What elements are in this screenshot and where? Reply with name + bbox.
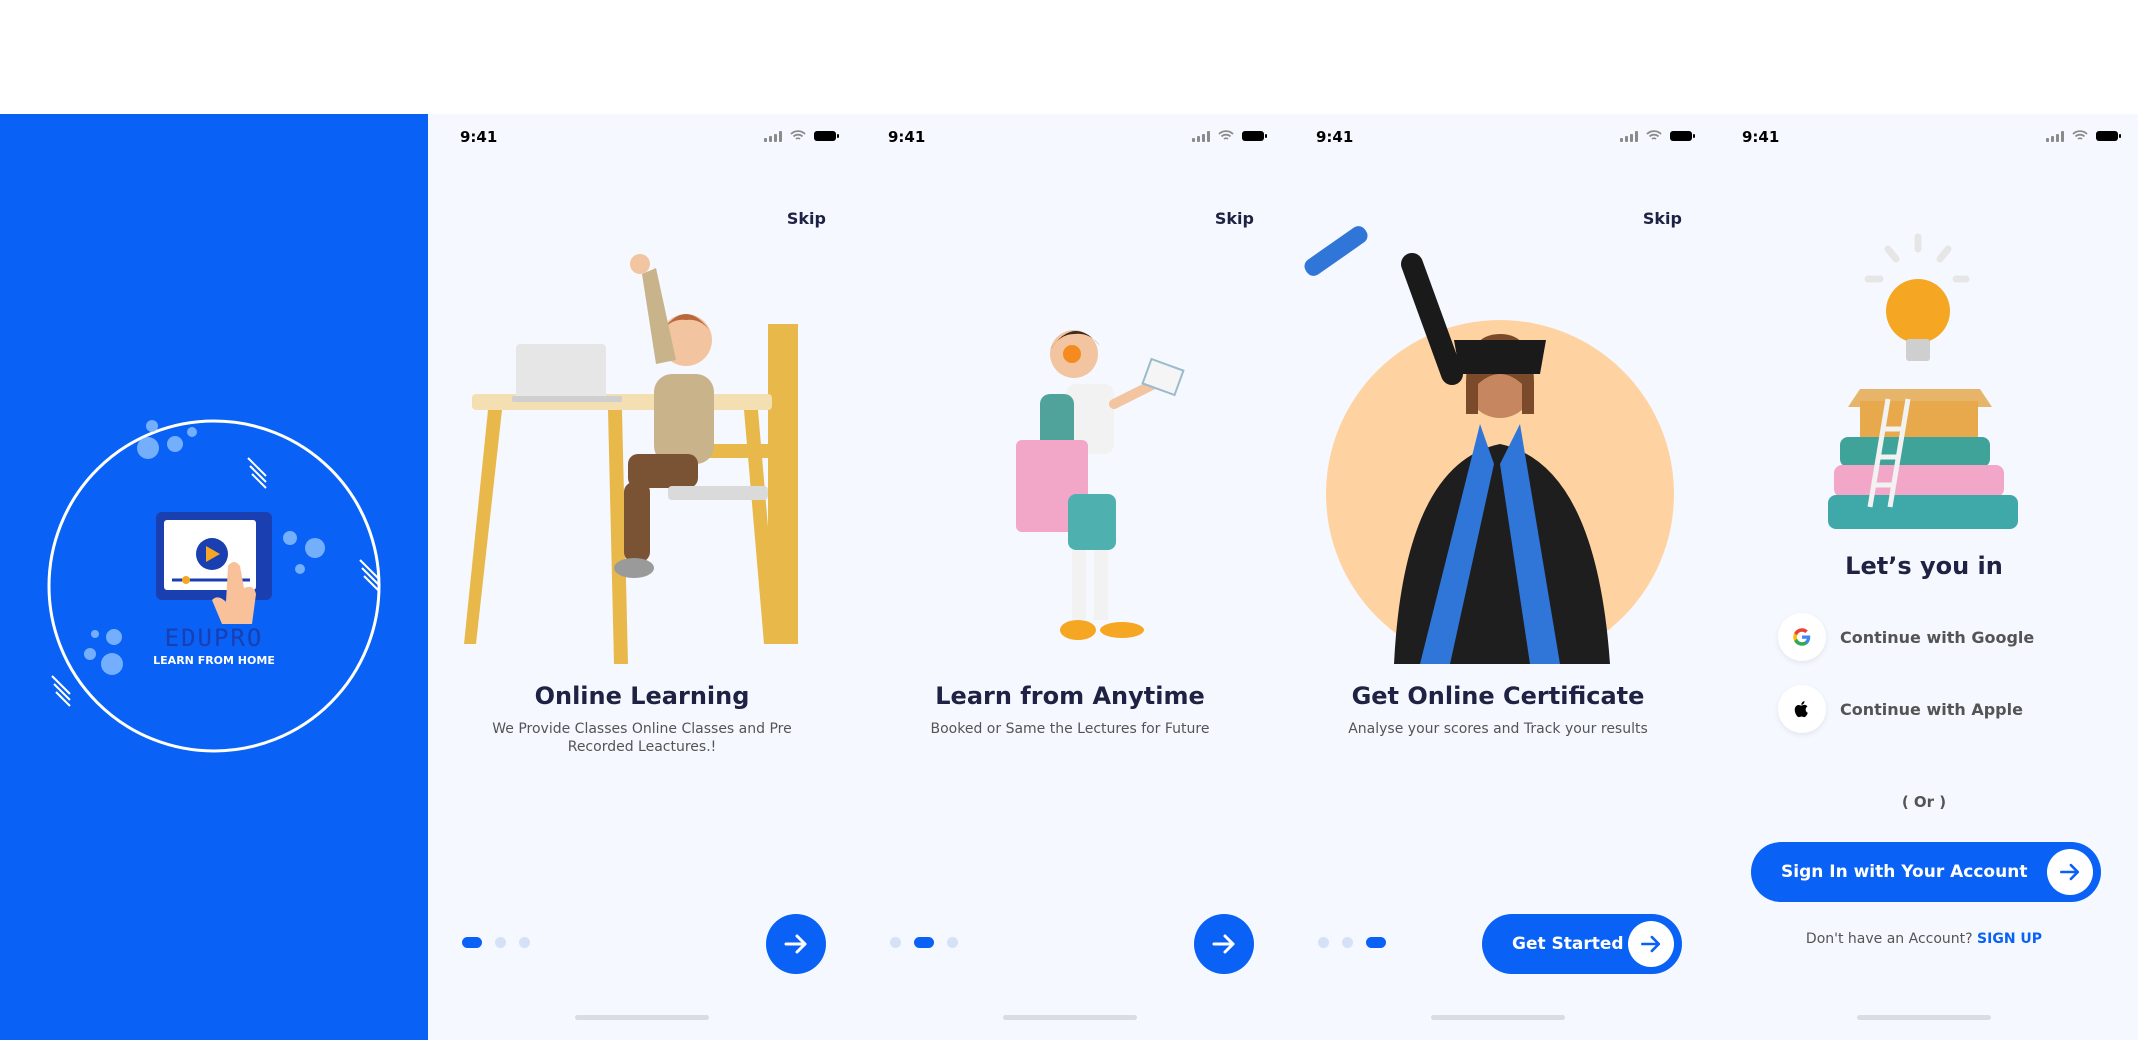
graduate-illustration <box>1304 226 1674 664</box>
wifi-icon <box>1218 130 1234 140</box>
signal-icon <box>764 130 782 142</box>
arrow-circle <box>1628 921 1674 967</box>
home-indicator <box>1431 1015 1565 1020</box>
boy-walking-illustration <box>1016 330 1185 640</box>
get-started-label: Get Started <box>1512 934 1624 954</box>
battery-icon <box>2096 131 2121 141</box>
home-indicator <box>1857 1015 1991 1020</box>
google-icon <box>1778 613 1826 661</box>
wifi-icon <box>790 130 806 140</box>
status-icons <box>1192 130 1267 142</box>
page-dot-2[interactable] <box>1342 937 1353 948</box>
brand-tagline: LEARN FROM HOME <box>153 654 275 667</box>
wifi-icon <box>2072 130 2088 140</box>
status-time: 9:41 <box>888 128 926 146</box>
boy-laptop-illustration <box>464 254 798 664</box>
signal-icon <box>1620 130 1638 142</box>
status-icons <box>764 130 839 142</box>
onboarding-description: We Provide Classes Online Classes and Pr… <box>492 721 792 755</box>
page-dot-2[interactable] <box>495 937 506 948</box>
page-dot-1[interactable] <box>1318 937 1329 948</box>
onboarding-screen-1: 9:41 Skip Online Learning We Provide Cla… <box>428 114 856 1040</box>
google-login-button[interactable]: Continue with Google <box>1778 613 2034 661</box>
signal-icon <box>1192 130 1210 142</box>
onboarding-description: Analyse your scores and Track your resul… <box>1348 721 1648 737</box>
battery-icon <box>1242 131 1267 141</box>
home-indicator <box>575 1015 709 1020</box>
battery-icon <box>1670 131 1695 141</box>
page-indicator <box>462 937 530 948</box>
status-time: 9:41 <box>1316 128 1354 146</box>
status-time: 9:41 <box>460 128 498 146</box>
splash-screen: EDUPRO LEARN FROM HOME <box>0 114 428 1040</box>
login-screen: 9:41 Let’s you in Continue with Google C… <box>1710 114 2138 1040</box>
next-button[interactable] <box>766 914 826 974</box>
arrow-right-icon <box>1641 935 1661 953</box>
apple-login-label: Continue with Apple <box>1840 699 2023 719</box>
onboarding-screen-2: 9:41 Skip Learn from Anytime Booked or S… <box>856 114 1284 1040</box>
arrow-right-icon <box>784 934 807 954</box>
page-dot-3[interactable] <box>1366 937 1386 948</box>
next-button[interactable] <box>1194 914 1254 974</box>
signal-icon <box>2046 130 2064 142</box>
apple-icon <box>1778 685 1826 733</box>
onboarding-description: Booked or Same the Lectures for Future <box>930 721 1210 737</box>
lightbulb-books-illustration <box>1828 233 2018 529</box>
or-divider: ( Or ) <box>1901 793 1947 811</box>
status-time: 9:41 <box>1742 128 1780 146</box>
page-dot-2[interactable] <box>914 937 934 948</box>
no-account-text: Don't have an Account? <box>1805 931 1973 947</box>
brand-name: EDUPRO <box>164 624 264 652</box>
page-dot-3[interactable] <box>947 937 958 948</box>
page-indicator <box>890 937 958 948</box>
onboarding-title: Online Learning <box>534 682 750 710</box>
status-icons <box>2046 130 2121 142</box>
signup-prompt: Don't have an Account? SIGN UP <box>1710 931 2138 947</box>
sign-up-link[interactable]: SIGN UP <box>1977 931 2042 947</box>
sign-in-label: Sign In with Your Account <box>1781 862 2028 882</box>
home-indicator <box>1003 1015 1137 1020</box>
status-icons <box>1620 130 1695 142</box>
arrow-right-icon <box>1212 934 1235 954</box>
onboarding-title: Learn from Anytime <box>935 682 1205 710</box>
google-login-label: Continue with Google <box>1840 627 2035 647</box>
page-dot-3[interactable] <box>519 937 530 948</box>
login-heading: Let’s you in <box>1845 552 2003 580</box>
arrow-right-icon <box>2060 863 2080 881</box>
apple-login-button[interactable]: Continue with Apple <box>1778 685 2023 733</box>
splash-logo-art <box>47 419 381 753</box>
get-started-button[interactable]: Get Started <box>1482 914 1682 974</box>
arrow-circle <box>2047 849 2093 895</box>
page-dot-1[interactable] <box>890 937 901 948</box>
onboarding-title: Get Online Certificate <box>1351 682 1645 710</box>
page-indicator <box>1318 937 1386 948</box>
sign-in-button[interactable]: Sign In with Your Account <box>1751 842 2101 902</box>
wifi-icon <box>1646 130 1662 140</box>
onboarding-screen-3: 9:41 Skip Get Online Certificate Analyse… <box>1284 114 1712 1040</box>
page-dot-1[interactable] <box>462 937 482 948</box>
battery-icon <box>814 131 839 141</box>
